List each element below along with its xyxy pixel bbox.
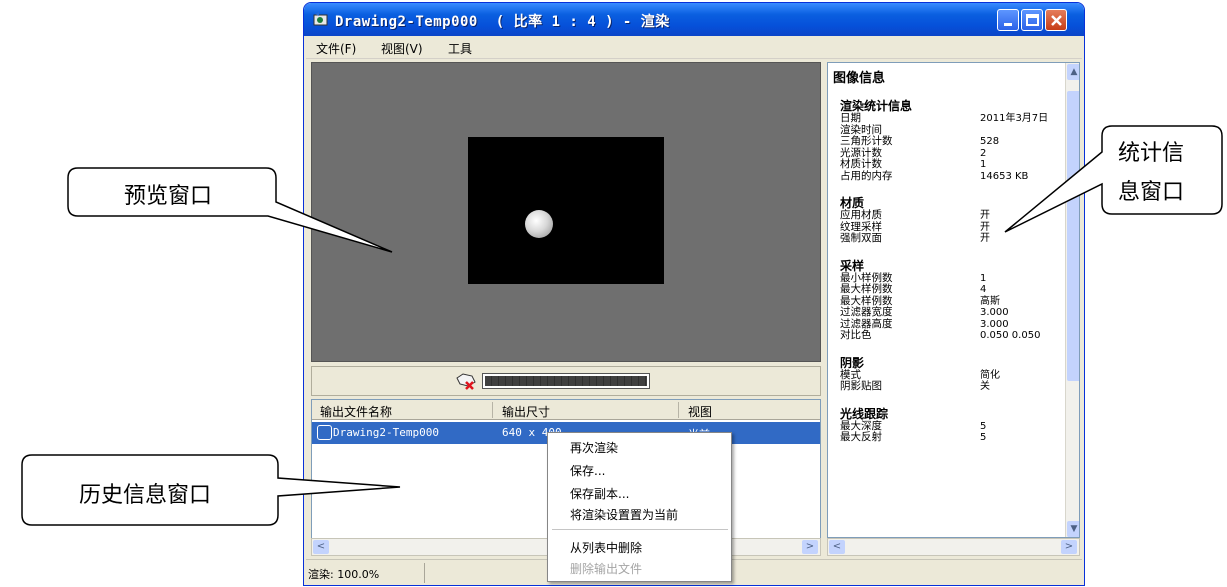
preview-callout: [67, 167, 393, 253]
history-callout-label: 历史信息窗口: [79, 483, 212, 508]
preview-callout-label: 预览窗口: [124, 184, 213, 209]
statistics-callout-label-line2: 息窗口: [1118, 180, 1185, 205]
statistics-callout-label-line1: 统计信: [1118, 141, 1185, 166]
statistics-callout: [1004, 125, 1223, 233]
